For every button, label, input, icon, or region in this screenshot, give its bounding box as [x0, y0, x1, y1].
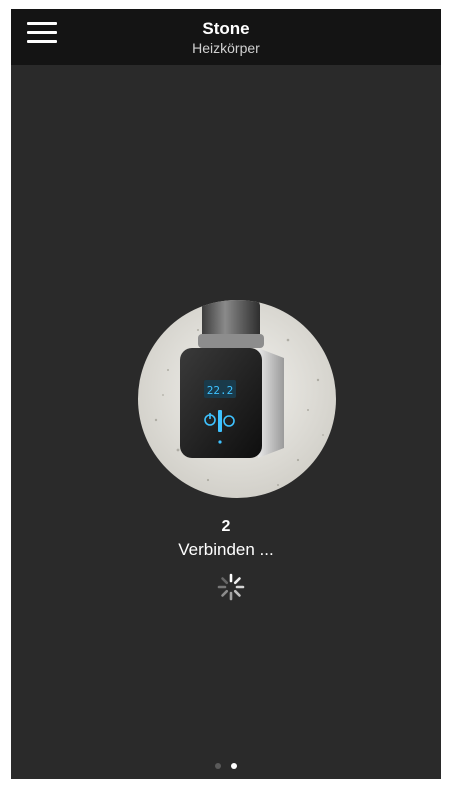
page-dot-1[interactable]: [215, 763, 221, 769]
device-image: 22.2: [138, 300, 336, 498]
display-reading: 22.2: [207, 384, 234, 397]
page-dot-2-active[interactable]: [231, 763, 237, 769]
heater-controller-illustration: 22.2: [138, 300, 336, 498]
connection-status: Verbinden ...: [178, 540, 274, 559]
page-title: Stone: [202, 19, 250, 38]
device-count: 2: [221, 518, 231, 535]
page-subtitle: Heizkörper: [192, 40, 260, 56]
app-header: Stone Heizkörper: [11, 9, 441, 65]
loading-spinner-icon: [217, 573, 245, 601]
page-indicator: [11, 763, 441, 769]
app-screen: Stone Heizkörper 22.2 2 Verbinden ...: [11, 9, 441, 779]
